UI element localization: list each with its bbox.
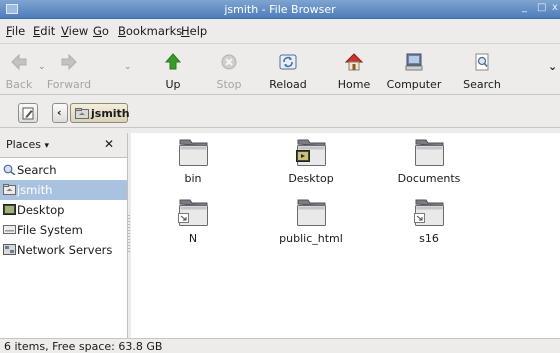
search-label: Search (463, 78, 501, 91)
reload-label: Reload (269, 78, 307, 91)
chevron-down-icon: ▾ (44, 141, 50, 151)
forward-label: Forward (46, 78, 92, 91)
status-bar: 6 items, Free space: 63.8 GB (0, 338, 560, 353)
stop-icon (221, 54, 237, 70)
file-item-label: s16 (419, 232, 439, 245)
path-scroll-left-button[interactable]: ‹ (52, 103, 68, 123)
folder-icon (179, 139, 208, 166)
window-title: jsmith - File Browser (224, 3, 336, 16)
sidebar-item-file-system[interactable]: File System (0, 220, 127, 240)
toggle-location-entry-button[interactable] (18, 103, 38, 123)
search-icon (3, 164, 16, 175)
pane-resize-handle[interactable] (128, 215, 130, 253)
path-button-jsmith[interactable]: jsmith (70, 103, 130, 123)
sidebar-item-label: Desktop (17, 203, 65, 217)
location-bar: ‹ jsmith (0, 96, 560, 128)
stop-button[interactable]: Stop (213, 46, 245, 92)
sidebar-item-label: Search (17, 163, 57, 177)
file-item-s16[interactable]: s16 (384, 193, 474, 253)
computer-button[interactable]: Computer (385, 46, 443, 92)
folder-link-icon (414, 199, 444, 226)
file-item-bin[interactable]: bin (148, 133, 238, 193)
menu-bookmarks[interactable]: Bookmarks (118, 24, 182, 38)
places-list: Search jsmith Desktop File System Networ… (0, 157, 127, 338)
back-label: Back (5, 78, 33, 91)
menu-help[interactable]: Help (181, 24, 207, 38)
stop-label: Stop (216, 78, 242, 91)
back-arrow-icon (11, 53, 27, 71)
file-item-desktop[interactable]: Desktop (266, 133, 356, 193)
desktop-folder-icon (296, 139, 326, 166)
forward-history-dropdown[interactable]: ⌄ (124, 46, 132, 92)
home-folder-icon (3, 184, 16, 195)
places-selector[interactable]: Places ▾ (6, 138, 49, 151)
toolbar-overflow-chevron-icon[interactable]: ⌄ (548, 60, 557, 73)
network-icon (3, 244, 16, 255)
file-item-documents[interactable]: Documents (384, 133, 474, 193)
close-sidebar-icon[interactable]: ✕ (104, 137, 114, 151)
reload-icon (279, 54, 297, 70)
search-button[interactable]: Search (463, 46, 501, 92)
path-label: jsmith (91, 107, 130, 120)
file-item-n[interactable]: N (148, 193, 238, 253)
sidebar-item-desktop[interactable]: Desktop (0, 200, 127, 220)
chevron-left-icon: ‹ (57, 106, 62, 119)
home-icon (344, 53, 364, 71)
drive-icon (3, 225, 16, 234)
home-button[interactable]: Home (336, 46, 372, 92)
sidebar-item-label: File System (17, 223, 83, 237)
menu-bar: File Edit View Go Bookmarks Help (0, 20, 560, 42)
computer-label: Computer (386, 78, 442, 91)
search-document-icon (475, 53, 489, 71)
forward-button[interactable]: Forward (44, 46, 94, 92)
home-folder-icon (75, 108, 89, 119)
file-item-label: public_html (279, 232, 343, 245)
file-item-label: bin (184, 172, 202, 185)
sidebar-header: Places ▾ ✕ (0, 133, 127, 157)
reload-button[interactable]: Reload (266, 46, 310, 92)
sidebar-item-jsmith[interactable]: jsmith (0, 180, 127, 200)
sidebar-item-network-servers[interactable]: Network Servers (0, 240, 127, 260)
menu-edit[interactable]: Edit (33, 24, 55, 38)
sidebar-item-search[interactable]: Search (0, 160, 127, 180)
status-text: 6 items, Free space: 63.8 GB (4, 340, 163, 353)
sidebar: Places ▾ ✕ Search jsmith Desktop File Sy… (0, 133, 128, 338)
file-item-label: Desktop (288, 172, 334, 185)
menu-file[interactable]: File (6, 24, 25, 38)
home-label: Home (337, 78, 371, 91)
menu-go[interactable]: Go (93, 24, 109, 38)
folder-icon (297, 199, 326, 226)
up-button[interactable]: Up (158, 46, 188, 92)
folder-link-icon (178, 199, 208, 226)
toolbar: Back ⌄ Forward ⌄ Up Stop Reload Home Com… (0, 43, 560, 95)
sidebar-item-label: Network Servers (17, 243, 113, 257)
maximize-button[interactable]: □ (537, 2, 546, 13)
file-item-label: N (188, 232, 198, 245)
up-label: Up (165, 78, 181, 91)
file-item-label: Documents (397, 172, 461, 185)
forward-arrow-icon (61, 53, 77, 71)
file-item-public-html[interactable]: public_html (266, 193, 356, 253)
computer-icon (405, 53, 423, 71)
desktop-icon (3, 204, 16, 215)
file-icon-view: bin Desktop Documents N public_html s16 (131, 133, 560, 338)
up-arrow-icon (164, 53, 182, 70)
menu-view[interactable]: View (61, 24, 88, 38)
close-button[interactable]: x (552, 2, 558, 13)
sidebar-item-label: jsmith (17, 183, 53, 197)
back-button[interactable]: Back (2, 46, 36, 92)
minimize-button[interactable]: _ (522, 2, 527, 13)
folder-icon (415, 139, 444, 166)
title-bar: jsmith - File Browser _ □ x (0, 0, 560, 19)
edit-pencil-icon (22, 107, 34, 120)
